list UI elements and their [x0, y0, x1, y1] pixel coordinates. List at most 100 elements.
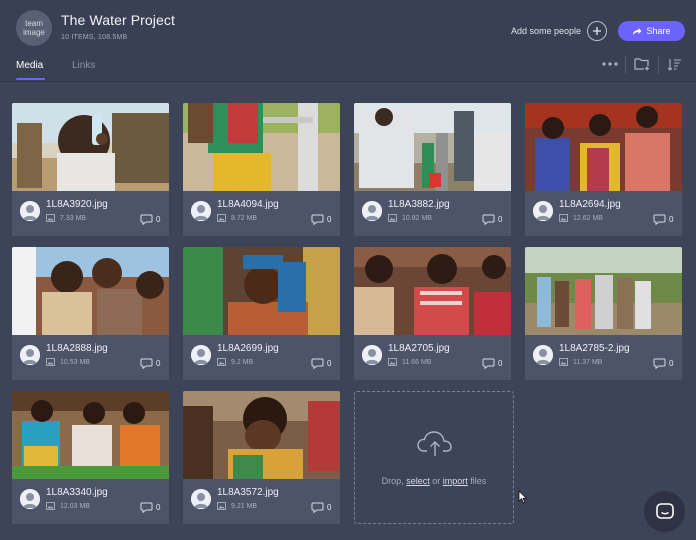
share-arrow-icon [633, 27, 642, 35]
plus-icon [593, 27, 601, 35]
chat-bubble-icon [655, 502, 674, 519]
avatar [191, 201, 211, 221]
media-card[interactable]: 1L8A2888.jpg 10.53 MB 0 [12, 247, 169, 380]
media-card[interactable]: 1L8A2705.jpg 11.66 MB 0 [354, 247, 511, 380]
media-card[interactable]: 1L8A2785-2.jpg 11.37 MB 0 [525, 247, 682, 380]
media-card[interactable]: 1L8A3882.jpg 10.82 MB 0 [354, 103, 511, 236]
photo-thumbnail[interactable] [12, 391, 169, 479]
file-name[interactable]: 1L8A2694.jpg [559, 199, 621, 210]
add-people-button[interactable] [587, 21, 607, 41]
share-button[interactable]: Share [618, 21, 685, 41]
file-size: 9.2 MB [231, 359, 254, 366]
image-icon [217, 358, 226, 366]
team-avatar-line2: image [23, 28, 45, 37]
avatar [362, 201, 382, 221]
file-name[interactable]: 1L8A3882.jpg [388, 199, 450, 210]
file-size: 7.33 MB [60, 215, 87, 222]
sort-icon[interactable] [666, 56, 682, 72]
tab-media[interactable]: Media [16, 60, 43, 71]
image-icon [559, 358, 568, 366]
top-header: team image The Water Project 10 ITEMS, 1… [0, 0, 696, 82]
comment-count: 0 [156, 503, 161, 512]
comment-icon[interactable] [653, 358, 666, 369]
project-meta: 10 ITEMS, 108.5MB [61, 34, 128, 41]
dropzone-text: Drop, select or import files [355, 476, 513, 486]
avatar [533, 345, 553, 365]
media-card[interactable]: 1L8A2694.jpg 12.62 MB 0 [525, 103, 682, 236]
file-size: 10.82 MB [402, 215, 432, 222]
media-card[interactable]: 1L8A4094.jpg 8.72 MB 0 [183, 103, 340, 236]
chat-button[interactable] [644, 491, 685, 532]
select-files-link[interactable]: select [406, 476, 430, 486]
avatar [362, 345, 382, 365]
comment-icon[interactable] [482, 358, 495, 369]
team-avatar[interactable]: team image [16, 10, 52, 46]
avatar [20, 345, 40, 365]
file-name[interactable]: 1L8A3340.jpg [46, 487, 108, 498]
comment-icon[interactable] [311, 214, 324, 225]
comment-icon[interactable] [311, 358, 324, 369]
avatar [191, 345, 211, 365]
photo-thumbnail[interactable] [183, 391, 340, 479]
toolbar-divider [625, 56, 626, 74]
comment-count: 0 [498, 359, 503, 368]
file-name[interactable]: 1L8A2699.jpg [217, 343, 279, 354]
comment-count: 0 [156, 359, 161, 368]
avatar [191, 489, 211, 509]
media-card[interactable]: 1L8A2699.jpg 9.2 MB 0 [183, 247, 340, 380]
comment-icon[interactable] [311, 502, 324, 513]
tab-links[interactable]: Links [72, 60, 95, 71]
avatar [20, 201, 40, 221]
comment-count: 0 [156, 215, 161, 224]
import-files-link[interactable]: import [443, 476, 468, 486]
drop-middle: or [432, 476, 441, 486]
media-card[interactable]: 1L8A3572.jpg 9.21 MB 0 [183, 391, 340, 524]
image-icon [46, 502, 55, 510]
file-size: 9.21 MB [231, 503, 258, 510]
image-icon [388, 214, 397, 222]
file-name[interactable]: 1L8A2888.jpg [46, 343, 108, 354]
comment-count: 0 [327, 215, 332, 224]
mouse-cursor-icon [518, 490, 527, 504]
file-name[interactable]: 1L8A3920.jpg [46, 199, 108, 210]
project-title[interactable]: The Water Project [61, 12, 175, 28]
upload-dropzone[interactable]: Drop, select or import files [354, 391, 514, 524]
photo-thumbnail[interactable] [12, 103, 169, 191]
comment-icon[interactable] [482, 214, 495, 225]
image-icon [388, 358, 397, 366]
media-card[interactable]: 1L8A3920.jpg 7.33 MB 0 [12, 103, 169, 236]
new-folder-icon[interactable] [633, 56, 651, 72]
file-name[interactable]: 1L8A3572.jpg [217, 487, 279, 498]
file-name[interactable]: 1L8A2705.jpg [388, 343, 450, 354]
file-size: 12.03 MB [60, 503, 90, 510]
comment-icon[interactable] [140, 502, 153, 513]
photo-thumbnail[interactable] [525, 247, 682, 335]
comment-icon[interactable] [140, 214, 153, 225]
photo-thumbnail[interactable] [525, 103, 682, 191]
active-tab-indicator [16, 78, 45, 80]
more-icon[interactable] [601, 56, 619, 72]
comment-count: 0 [669, 215, 674, 224]
image-icon [559, 214, 568, 222]
comment-count: 0 [498, 215, 503, 224]
image-icon [46, 358, 55, 366]
photo-thumbnail[interactable] [183, 247, 340, 335]
photo-thumbnail[interactable] [354, 247, 511, 335]
media-card[interactable]: 1L8A3340.jpg 12.03 MB 0 [12, 391, 169, 524]
comment-icon[interactable] [140, 358, 153, 369]
photo-thumbnail[interactable] [183, 103, 340, 191]
photo-thumbnail[interactable] [12, 247, 169, 335]
photo-thumbnail[interactable] [354, 103, 511, 191]
file-name[interactable]: 1L8A4094.jpg [217, 199, 279, 210]
drop-prefix: Drop, [381, 476, 404, 486]
comment-count: 0 [327, 503, 332, 512]
cloud-upload-icon [417, 431, 452, 456]
add-people-link[interactable]: Add some people [511, 26, 581, 36]
share-label: Share [646, 26, 671, 36]
comment-count: 0 [327, 359, 332, 368]
comment-icon[interactable] [653, 214, 666, 225]
image-icon [46, 214, 55, 222]
file-size: 11.37 MB [573, 359, 603, 366]
drop-suffix: files [470, 476, 487, 486]
file-name[interactable]: 1L8A2785-2.jpg [559, 343, 630, 354]
